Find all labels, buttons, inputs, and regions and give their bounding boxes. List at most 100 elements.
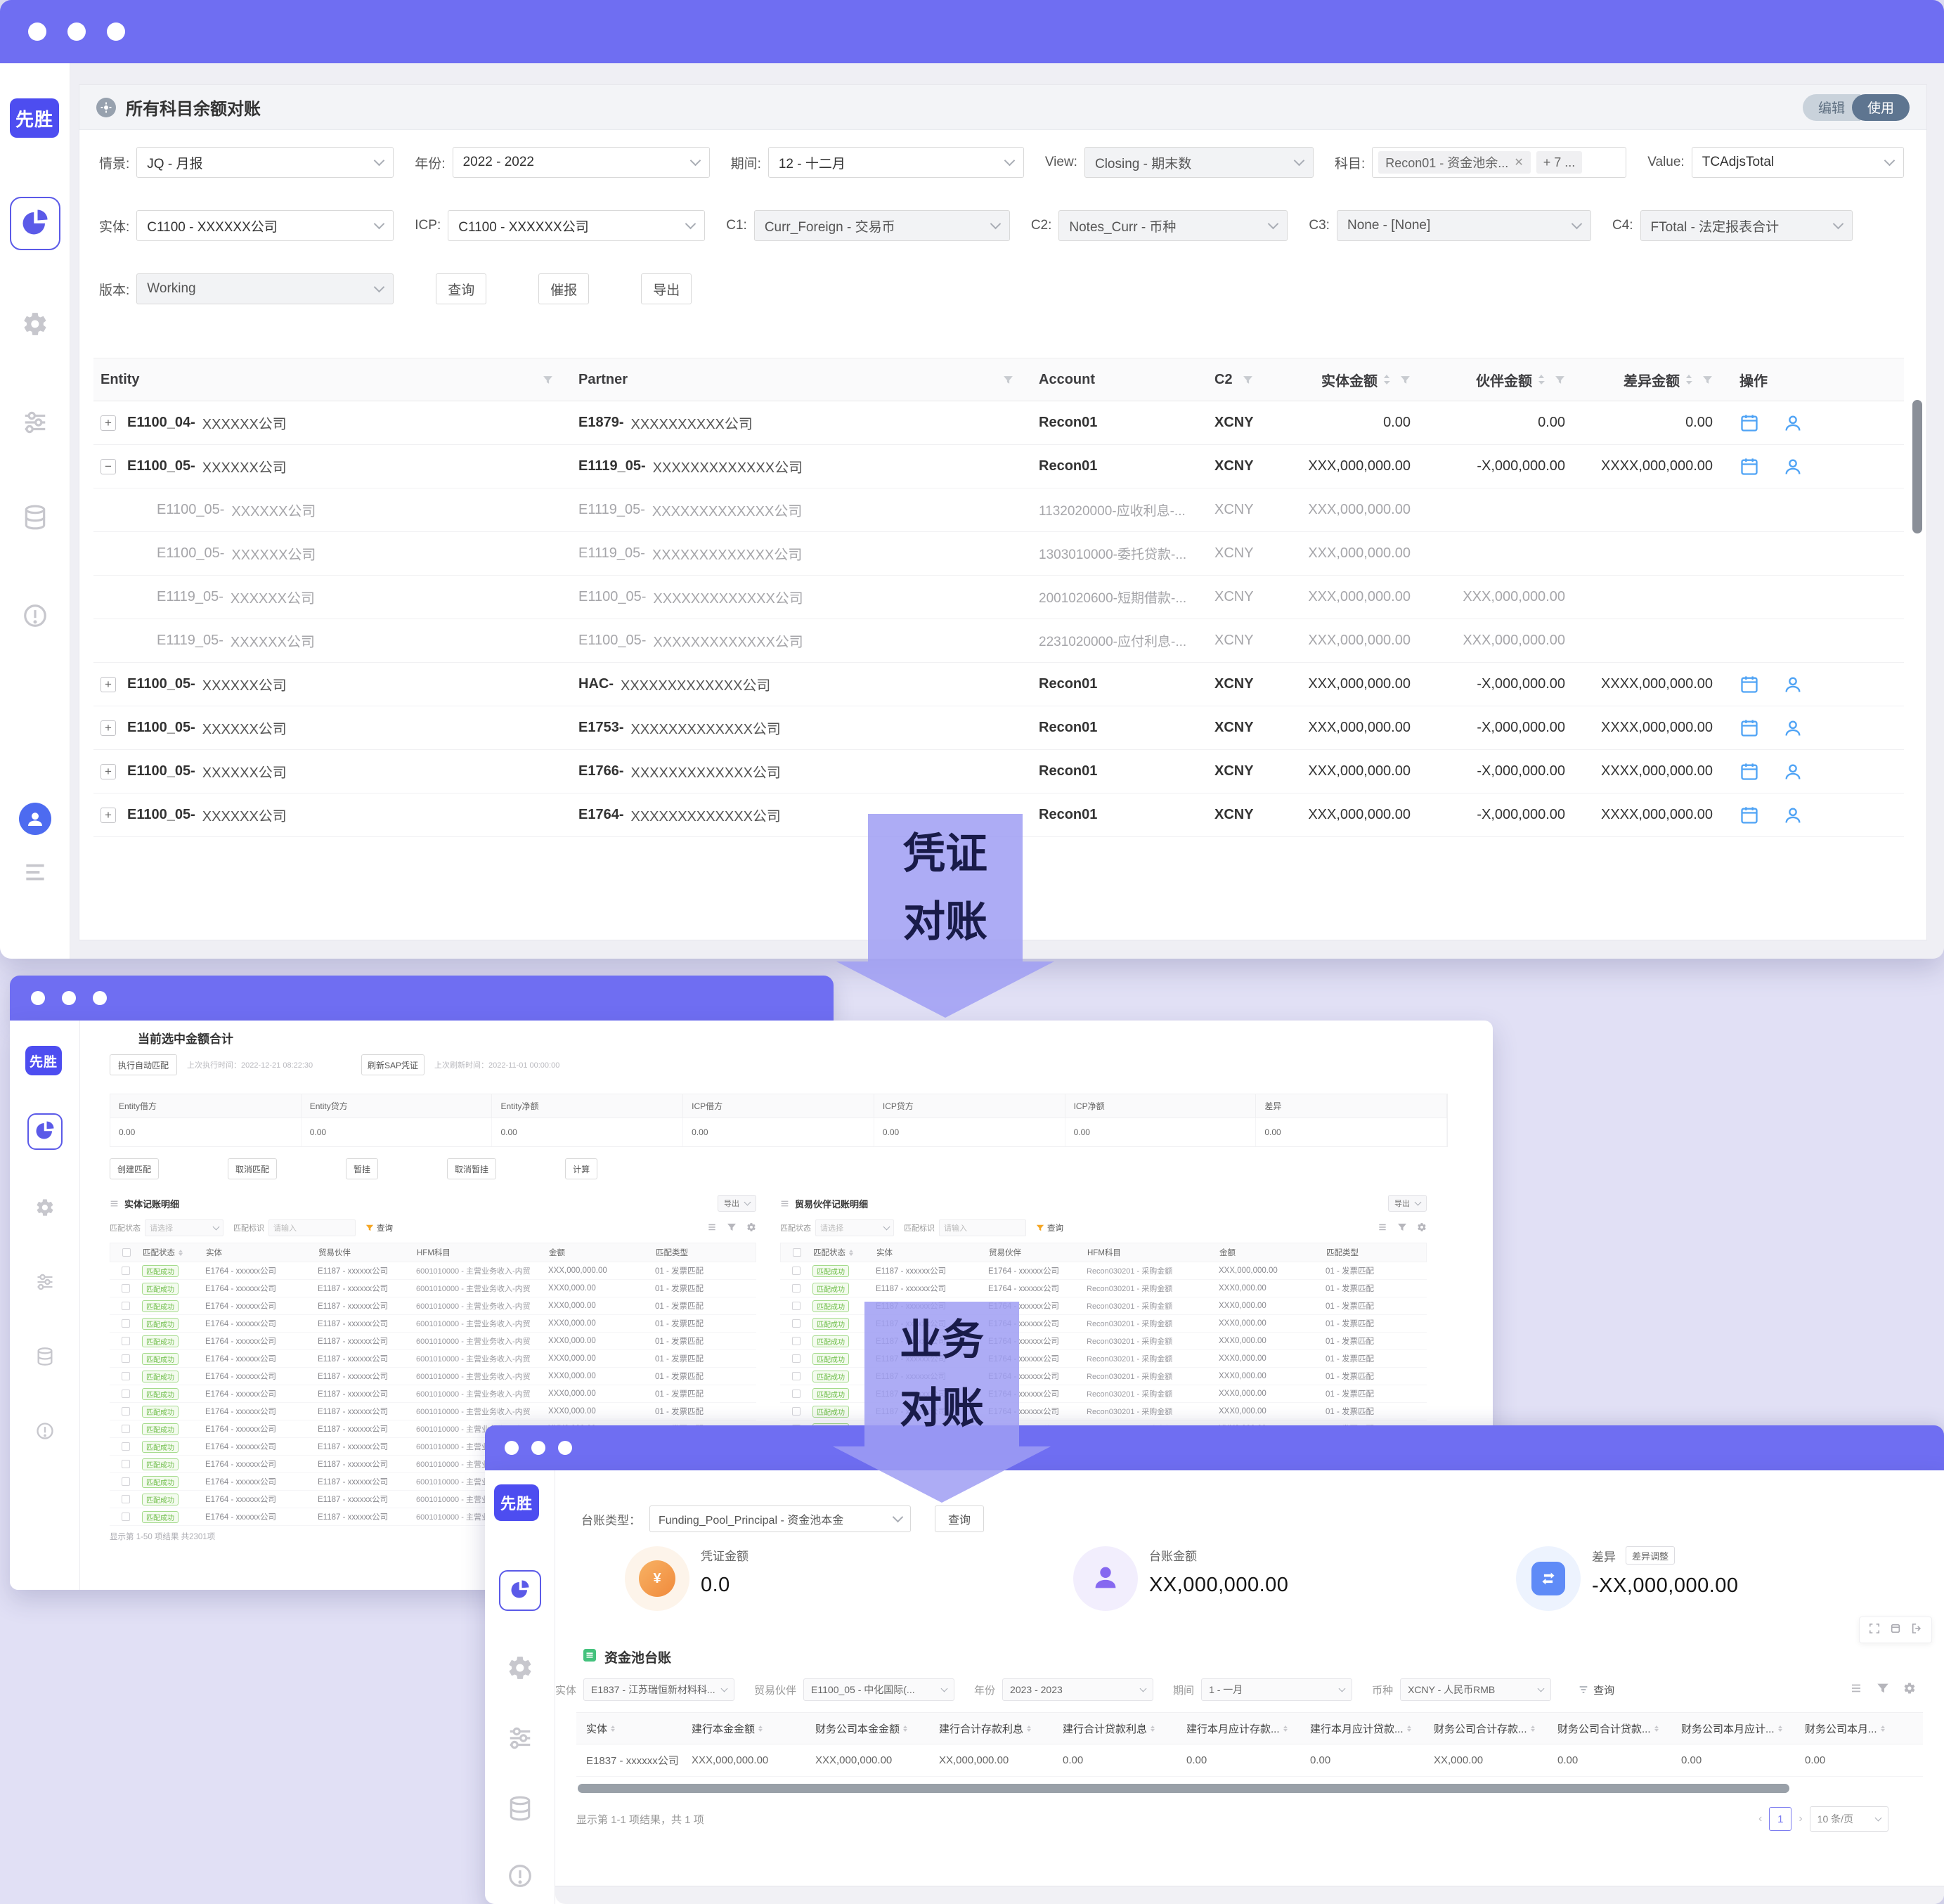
filter-icon[interactable]	[1877, 1682, 1889, 1698]
gear-icon[interactable]	[746, 1222, 756, 1234]
match-status-select[interactable]: 请选择	[145, 1219, 223, 1236]
select-all-checkbox[interactable]	[793, 1248, 801, 1257]
filter-icon[interactable]	[1397, 1222, 1407, 1234]
person-icon[interactable]	[1783, 805, 1803, 825]
export-button[interactable]: 导出	[718, 1195, 756, 1212]
match-id-input[interactable]: 请输入	[939, 1219, 1026, 1236]
row-checkbox[interactable]	[122, 1337, 130, 1345]
detail-row[interactable]: 匹配成功 E1764 - xxxxxx公司 E1187 - xxxxxx公司 6…	[110, 1350, 756, 1368]
detail-row[interactable]: 匹配成功 E1764 - xxxxxx公司 E1187 - xxxxxx公司 6…	[110, 1280, 756, 1297]
row-checkbox[interactable]	[792, 1319, 801, 1328]
diff-adjust-button[interactable]: 差异调整	[1626, 1546, 1675, 1565]
row-checkbox[interactable]	[122, 1442, 130, 1451]
icp-select[interactable]: C1100 - XXXXXX公司	[448, 210, 705, 241]
filter-funnel-icon[interactable]	[1400, 375, 1411, 385]
value-select[interactable]: TCAdjsTotal	[1692, 147, 1904, 178]
row-checkbox[interactable]	[122, 1354, 130, 1363]
row-checkbox[interactable]	[792, 1284, 801, 1293]
row-checkbox[interactable]	[792, 1354, 801, 1363]
sidebar-item-data[interactable]	[22, 504, 48, 534]
row-checkbox[interactable]	[792, 1302, 801, 1310]
sidebar-item-data[interactable]	[35, 1347, 55, 1370]
dock-icon[interactable]	[1890, 1623, 1901, 1638]
filter-select[interactable]: 1 - 一月	[1201, 1678, 1352, 1701]
scenario-select[interactable]: JQ - 月报	[136, 147, 394, 178]
row-checkbox[interactable]	[122, 1390, 130, 1398]
person-icon[interactable]	[1783, 675, 1803, 694]
sort-icon[interactable]	[1538, 374, 1545, 385]
detail-row[interactable]: 匹配成功 E1764 - xxxxxx公司 E1187 - xxxxxx公司 6…	[110, 1297, 756, 1315]
sidebar-item-reports[interactable]	[499, 1570, 541, 1611]
page-number[interactable]: 1	[1769, 1807, 1791, 1831]
sidebar-item-settings[interactable]	[22, 311, 48, 341]
row-checkbox[interactable]	[122, 1495, 130, 1503]
list-icon[interactable]	[707, 1222, 717, 1234]
account-multiselect[interactable]: Recon01 - 资金池余...✕ + 7 ...	[1372, 147, 1626, 178]
row-checkbox[interactable]	[792, 1337, 801, 1345]
period-select[interactable]: 12 - 十二月	[768, 147, 1024, 178]
person-icon[interactable]	[1783, 457, 1803, 477]
detail-row[interactable]: 匹配成功 E1764 - xxxxxx公司 E1187 - xxxxxx公司 6…	[110, 1262, 756, 1280]
gear-icon[interactable]	[1417, 1222, 1427, 1234]
account-tag[interactable]: Recon01 - 资金池余...✕	[1378, 151, 1530, 174]
select-all-checkbox[interactable]	[122, 1248, 131, 1257]
filter-select[interactable]: XCNY - 人民币RMB	[1400, 1678, 1551, 1701]
export-button[interactable]: 导出	[1388, 1195, 1427, 1212]
filter-select[interactable]: E1837 - 江苏瑞恒新材料科...	[583, 1678, 734, 1701]
prev-page-icon[interactable]: ‹	[1758, 1813, 1762, 1825]
query-button[interactable]: 查询	[436, 273, 486, 304]
row-checkbox[interactable]	[122, 1302, 130, 1310]
c4-select[interactable]: FTotal - 法定报表合计	[1640, 210, 1853, 241]
row-checkbox[interactable]	[792, 1267, 801, 1275]
match-action-button[interactable]: 计算	[565, 1158, 597, 1179]
detail-row[interactable]: 匹配成功 E1187 - xxxxxx公司 E1764 - xxxxxx公司 R…	[780, 1262, 1427, 1280]
match-action-button[interactable]: 取消匹配	[228, 1158, 277, 1179]
search-link[interactable]: 查询	[1578, 1683, 1614, 1697]
row-checkbox[interactable]	[122, 1425, 130, 1433]
horizontal-scrollbar[interactable]	[578, 1784, 1789, 1793]
version-select[interactable]: Working	[136, 273, 394, 304]
entity-select[interactable]: C1100 - XXXXXX公司	[136, 210, 394, 241]
detail-row[interactable]: 匹配成功 E1764 - xxxxxx公司 E1187 - xxxxxx公司 6…	[110, 1333, 756, 1350]
c1-select[interactable]: Curr_Foreign - 交易币	[754, 210, 1010, 241]
match-id-input[interactable]: 请输入	[268, 1219, 356, 1236]
query-button[interactable]: 查询	[935, 1505, 984, 1532]
vertical-scrollbar[interactable]	[1912, 400, 1922, 533]
row-checkbox[interactable]	[792, 1390, 801, 1398]
search-link[interactable]: 查询	[365, 1222, 393, 1233]
voucher-calendar-icon[interactable]	[1739, 675, 1759, 694]
exit-icon[interactable]	[1911, 1623, 1922, 1638]
voucher-calendar-icon[interactable]	[1739, 413, 1759, 433]
match-status-select[interactable]: 请选择	[815, 1219, 894, 1236]
sidebar-item-data[interactable]	[507, 1795, 533, 1825]
voucher-calendar-icon[interactable]	[1739, 718, 1759, 738]
filter-funnel-icon[interactable]	[1003, 375, 1013, 385]
sidebar-item-settings[interactable]	[35, 1198, 55, 1221]
view-select[interactable]: Closing - 期末数	[1084, 147, 1314, 178]
menu-list-icon[interactable]	[22, 859, 48, 886]
next-page-icon[interactable]: ›	[1799, 1813, 1802, 1825]
row-checkbox[interactable]	[792, 1407, 801, 1416]
sort-icon[interactable]	[1383, 374, 1390, 385]
filter-funnel-icon[interactable]	[1555, 375, 1565, 385]
filter-select[interactable]: 2023 - 2023	[1002, 1678, 1153, 1701]
use-button[interactable]: 使用	[1852, 94, 1910, 121]
sidebar-item-adjustments[interactable]	[22, 409, 48, 439]
detail-row[interactable]: 匹配成功 E1764 - xxxxxx公司 E1187 - xxxxxx公司 6…	[110, 1385, 756, 1403]
detail-row[interactable]: 匹配成功 E1764 - xxxxxx公司 E1187 - xxxxxx公司 6…	[110, 1403, 756, 1420]
sidebar-item-adjustments[interactable]	[35, 1272, 55, 1295]
urge-button[interactable]: 催报	[538, 273, 589, 304]
user-avatar[interactable]	[19, 803, 51, 835]
filter-funnel-icon[interactable]	[543, 375, 553, 385]
auto-match-button[interactable]: 执行自动匹配	[110, 1054, 177, 1075]
expand-toggle[interactable]: −	[101, 459, 116, 474]
c3-select[interactable]: None - [None]	[1337, 210, 1591, 241]
row-checkbox[interactable]	[122, 1460, 130, 1468]
close-icon[interactable]: ✕	[1514, 155, 1523, 169]
expand-toggle[interactable]: +	[101, 720, 116, 736]
sidebar-item-reports[interactable]	[27, 1113, 63, 1150]
sidebar-item-settings[interactable]	[507, 1654, 533, 1685]
expand-toggle[interactable]: +	[101, 677, 116, 692]
sidebar-item-adjustments[interactable]	[507, 1725, 533, 1755]
filter-funnel-icon[interactable]	[1243, 375, 1253, 385]
